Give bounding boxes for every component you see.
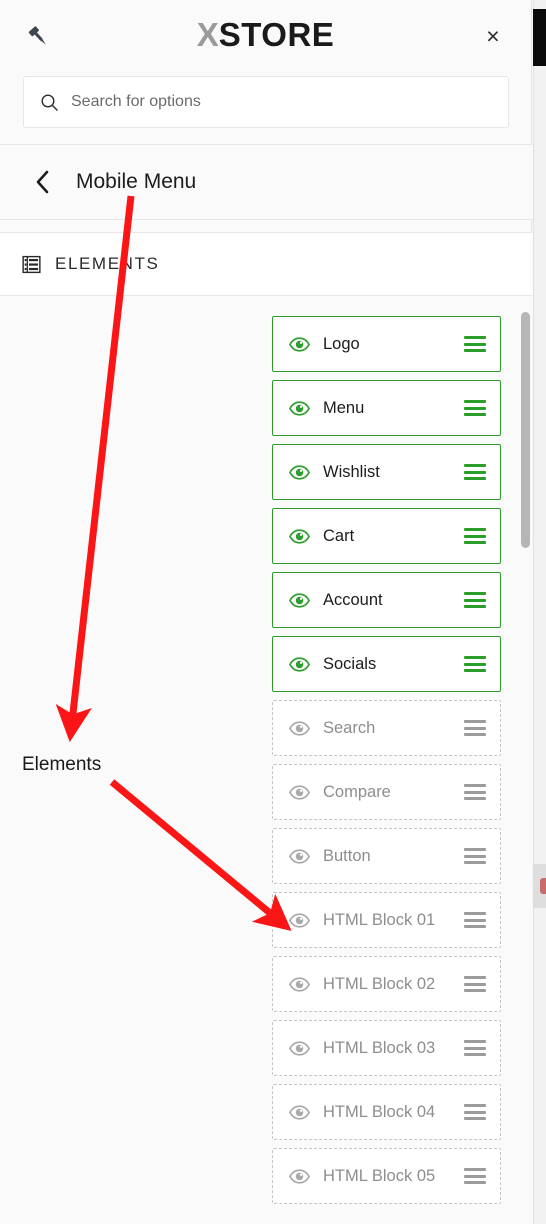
scrollbar-track[interactable] — [519, 296, 531, 1224]
element-row[interactable]: Button — [272, 828, 501, 884]
drag-handle-icon[interactable] — [464, 784, 486, 800]
element-row-label: HTML Block 01 — [323, 910, 436, 929]
element-row-label: Button — [323, 846, 371, 865]
eye-icon[interactable] — [289, 592, 310, 608]
page-root: XSTORE × Mobile Menu — [0, 0, 546, 1224]
element-row[interactable]: Menu — [272, 380, 501, 436]
element-row-label: Socials — [323, 654, 377, 673]
eye-off-icon[interactable] — [289, 848, 310, 864]
eye-off-icon[interactable] — [289, 1040, 310, 1056]
eye-icon[interactable] — [289, 464, 310, 480]
outer-right-black-bar — [533, 9, 546, 66]
element-row-label: HTML Block 02 — [323, 974, 436, 993]
element-row-label: HTML Block 03 — [323, 1038, 436, 1057]
drag-handle-icon[interactable] — [464, 336, 486, 352]
chevron-left-icon — [36, 170, 49, 194]
section-header-elements[interactable]: ELEMENTS — [0, 233, 532, 295]
eye-icon[interactable] — [289, 528, 310, 544]
search-field-wrapper — [23, 76, 509, 128]
element-row[interactable]: Account — [272, 572, 501, 628]
element-row[interactable]: Logo — [272, 316, 501, 372]
search-input[interactable] — [71, 93, 492, 111]
eye-off-icon[interactable] — [289, 1104, 310, 1120]
element-row-label: HTML Block 04 — [323, 1102, 436, 1121]
element-row[interactable]: Search — [272, 700, 501, 756]
brand-logo: X STORE — [0, 15, 531, 55]
panel-header: X STORE × — [0, 0, 531, 72]
outer-right-partial-widget-dot — [540, 878, 546, 894]
page-title: Mobile Menu — [76, 170, 197, 193]
search-box[interactable] — [23, 76, 509, 128]
element-row[interactable]: Socials — [272, 636, 501, 692]
eye-off-icon[interactable] — [289, 720, 310, 736]
eye-off-icon[interactable] — [289, 976, 310, 992]
search-icon — [41, 93, 58, 111]
element-row[interactable]: HTML Block 05 — [272, 1148, 501, 1204]
drag-handle-icon[interactable] — [464, 848, 486, 864]
customizer-panel: XSTORE × Mobile Menu — [0, 0, 532, 1224]
eye-off-icon[interactable] — [289, 784, 310, 800]
element-row-label: HTML Block 05 — [323, 1166, 436, 1185]
eye-icon[interactable] — [289, 656, 310, 672]
element-row-label: Compare — [323, 782, 391, 801]
drag-handle-icon[interactable] — [464, 464, 486, 480]
back-button[interactable] — [18, 157, 68, 207]
brand-logo-name: STORE — [218, 16, 335, 53]
drag-handle-icon[interactable] — [464, 976, 486, 992]
divider-under-breadcrumb — [0, 219, 532, 220]
breadcrumb: Mobile Menu — [0, 145, 532, 219]
list-icon — [22, 255, 41, 273]
drag-handle-icon[interactable] — [464, 656, 486, 672]
outer-right-strip — [533, 0, 546, 1224]
element-row[interactable]: HTML Block 03 — [272, 1020, 501, 1076]
element-row-label: Menu — [323, 398, 365, 417]
element-row[interactable]: Compare — [272, 764, 501, 820]
drag-handle-icon[interactable] — [464, 720, 486, 736]
elements-list: Logo Menu Wishlist Cart Account Socials Search… — [272, 316, 501, 1212]
element-row[interactable]: Wishlist — [272, 444, 501, 500]
drag-handle-icon[interactable] — [464, 528, 486, 544]
drag-handle-icon[interactable] — [464, 592, 486, 608]
scrollbar-thumb[interactable] — [521, 312, 530, 548]
eye-off-icon[interactable] — [289, 912, 310, 928]
eye-icon[interactable] — [289, 400, 310, 416]
drag-handle-icon[interactable] — [464, 1168, 486, 1184]
element-row-label: Cart — [323, 526, 355, 545]
element-row[interactable]: Cart — [272, 508, 501, 564]
brand-logo-x: X — [196, 16, 219, 53]
eye-icon[interactable] — [289, 336, 310, 352]
element-row-label: Account — [323, 590, 383, 609]
close-icon[interactable]: × — [477, 20, 509, 52]
eye-off-icon[interactable] — [289, 1168, 310, 1184]
drag-handle-icon[interactable] — [464, 1104, 486, 1120]
element-row-label: Logo — [323, 334, 360, 353]
element-row[interactable]: HTML Block 01 — [272, 892, 501, 948]
element-row[interactable]: HTML Block 02 — [272, 956, 501, 1012]
element-row-label: Search — [323, 718, 376, 737]
section-header-label: ELEMENTS — [55, 254, 160, 273]
drag-handle-icon[interactable] — [464, 912, 486, 928]
drag-handle-icon[interactable] — [464, 1040, 486, 1056]
drag-handle-icon[interactable] — [464, 400, 486, 416]
elements-list-area: Logo Menu Wishlist Cart Account Socials Search… — [0, 296, 532, 1224]
element-row-label: Wishlist — [323, 462, 380, 481]
element-row[interactable]: HTML Block 04 — [272, 1084, 501, 1140]
